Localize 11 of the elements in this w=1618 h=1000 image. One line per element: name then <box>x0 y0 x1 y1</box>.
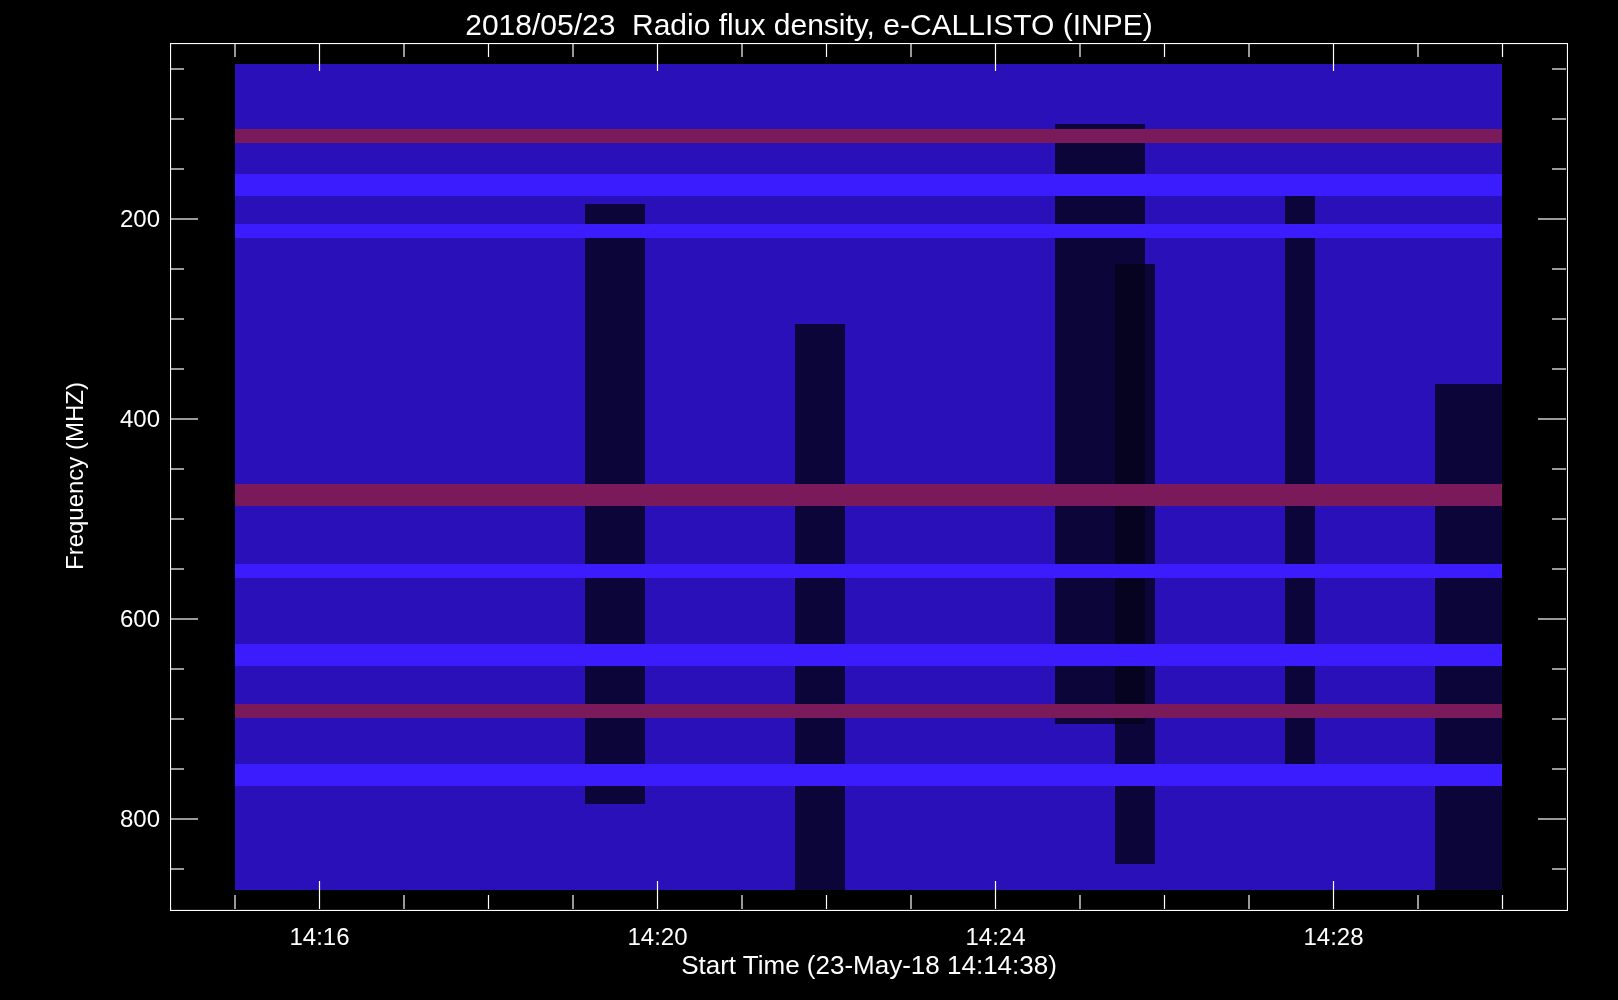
x-tick-label: 14:24 <box>964 925 1027 949</box>
y-tick-label: 600 <box>118 607 160 631</box>
y-tick-label: 200 <box>118 207 160 231</box>
x-tick-label: 14:16 <box>288 925 351 949</box>
x-tick-label: 14:20 <box>626 925 689 949</box>
y-axis-label: Frequency (MHZ) <box>63 382 87 570</box>
y-tick-label: 800 <box>118 807 160 831</box>
x-axis-label: Start Time (23-May-18 14:14:38) <box>680 952 1058 978</box>
chart-title: 2018/05/23 Radio flux density, e-CALLISTO (INPE) <box>464 7 1154 43</box>
y-tick-label: 400 <box>118 407 160 431</box>
x-tick-label: 14:28 <box>1302 925 1365 949</box>
